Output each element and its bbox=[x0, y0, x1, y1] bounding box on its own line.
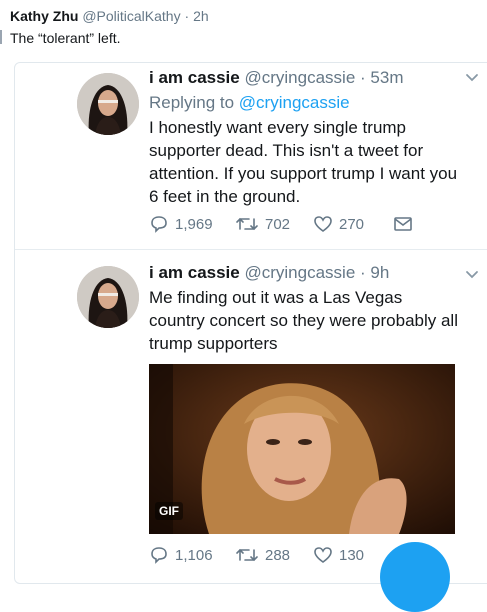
tweet-body: i am cassie @cryingcassie · 9h Me findin… bbox=[149, 262, 461, 355]
author-handle[interactable]: @cryingcassie bbox=[244, 263, 355, 282]
like-button[interactable]: 270 bbox=[313, 215, 364, 233]
tweet-header: i am cassie @cryingcassie · 9h bbox=[149, 262, 461, 284]
retweet-icon bbox=[236, 217, 258, 231]
reply-button[interactable]: 1,969 bbox=[149, 215, 213, 233]
replying-to-handle[interactable]: @cryingcassie bbox=[239, 93, 350, 112]
gif-media[interactable]: GIF bbox=[149, 364, 455, 534]
chevron-down-icon[interactable] bbox=[465, 270, 479, 280]
quoted-tweet-2[interactable]: i am cassie @cryingcassie · 9h Me findin… bbox=[15, 250, 487, 583]
separator: · bbox=[184, 8, 190, 24]
quoted-tweet-1[interactable]: i am cassie @cryingcassie · 53m Replying… bbox=[15, 63, 487, 249]
reply-button[interactable]: 1,106 bbox=[149, 546, 213, 564]
like-button[interactable]: 130 bbox=[313, 546, 364, 564]
chevron-down-icon[interactable] bbox=[465, 73, 479, 83]
outer-tweet-text: The “tolerant” left. bbox=[10, 30, 121, 46]
replying-to-label: Replying to bbox=[149, 93, 235, 112]
floating-compose-button[interactable] bbox=[380, 542, 450, 612]
tweet-text: Me finding out it was a Las Vegas countr… bbox=[149, 288, 458, 353]
avatar[interactable] bbox=[77, 266, 139, 328]
retweet-button[interactable]: 702 bbox=[235, 215, 290, 233]
timestamp[interactable]: 53m bbox=[370, 68, 403, 87]
tweet-header: i am cassie @cryingcassie · 53m bbox=[149, 67, 461, 89]
outer-tweet-header: Kathy Zhu @PoliticalKathy · 2h bbox=[10, 8, 209, 24]
direct-message-button[interactable] bbox=[393, 215, 419, 233]
author-name[interactable]: i am cassie bbox=[149, 263, 240, 282]
timestamp[interactable]: 2h bbox=[193, 8, 209, 24]
edge-marker bbox=[0, 30, 2, 44]
like-icon bbox=[314, 216, 332, 232]
separator: · bbox=[360, 68, 366, 87]
retweet-icon bbox=[236, 548, 258, 562]
like-count: 270 bbox=[339, 215, 365, 233]
retweet-count: 702 bbox=[265, 215, 291, 233]
like-icon bbox=[314, 547, 332, 563]
like-count: 130 bbox=[339, 546, 365, 564]
author-name[interactable]: Kathy Zhu bbox=[10, 8, 78, 24]
retweet-button[interactable]: 288 bbox=[235, 546, 290, 564]
author-handle[interactable]: @cryingcassie bbox=[244, 68, 355, 87]
gif-image bbox=[149, 364, 455, 534]
dm-icon bbox=[394, 217, 412, 231]
retweet-count: 288 bbox=[265, 546, 291, 564]
author-handle[interactable]: @PoliticalKathy bbox=[82, 8, 180, 24]
tweet-body: i am cassie @cryingcassie · 53m Replying… bbox=[149, 67, 461, 208]
separator: · bbox=[360, 263, 366, 282]
reply-count: 1,106 bbox=[175, 546, 213, 564]
reply-count: 1,969 bbox=[175, 215, 213, 233]
avatar[interactable] bbox=[77, 73, 139, 135]
gif-badge: GIF bbox=[155, 502, 183, 520]
quoted-thread-card[interactable]: i am cassie @cryingcassie · 53m Replying… bbox=[14, 62, 487, 584]
author-name[interactable]: i am cassie bbox=[149, 68, 240, 87]
avatar-image bbox=[77, 73, 139, 135]
replying-to: Replying to @cryingcassie bbox=[149, 92, 461, 114]
timestamp[interactable]: 9h bbox=[370, 263, 389, 282]
tweet-text: I honestly want every single trump suppo… bbox=[149, 118, 458, 206]
avatar-image bbox=[77, 266, 139, 328]
reply-icon bbox=[151, 216, 167, 233]
reply-icon bbox=[151, 547, 167, 564]
